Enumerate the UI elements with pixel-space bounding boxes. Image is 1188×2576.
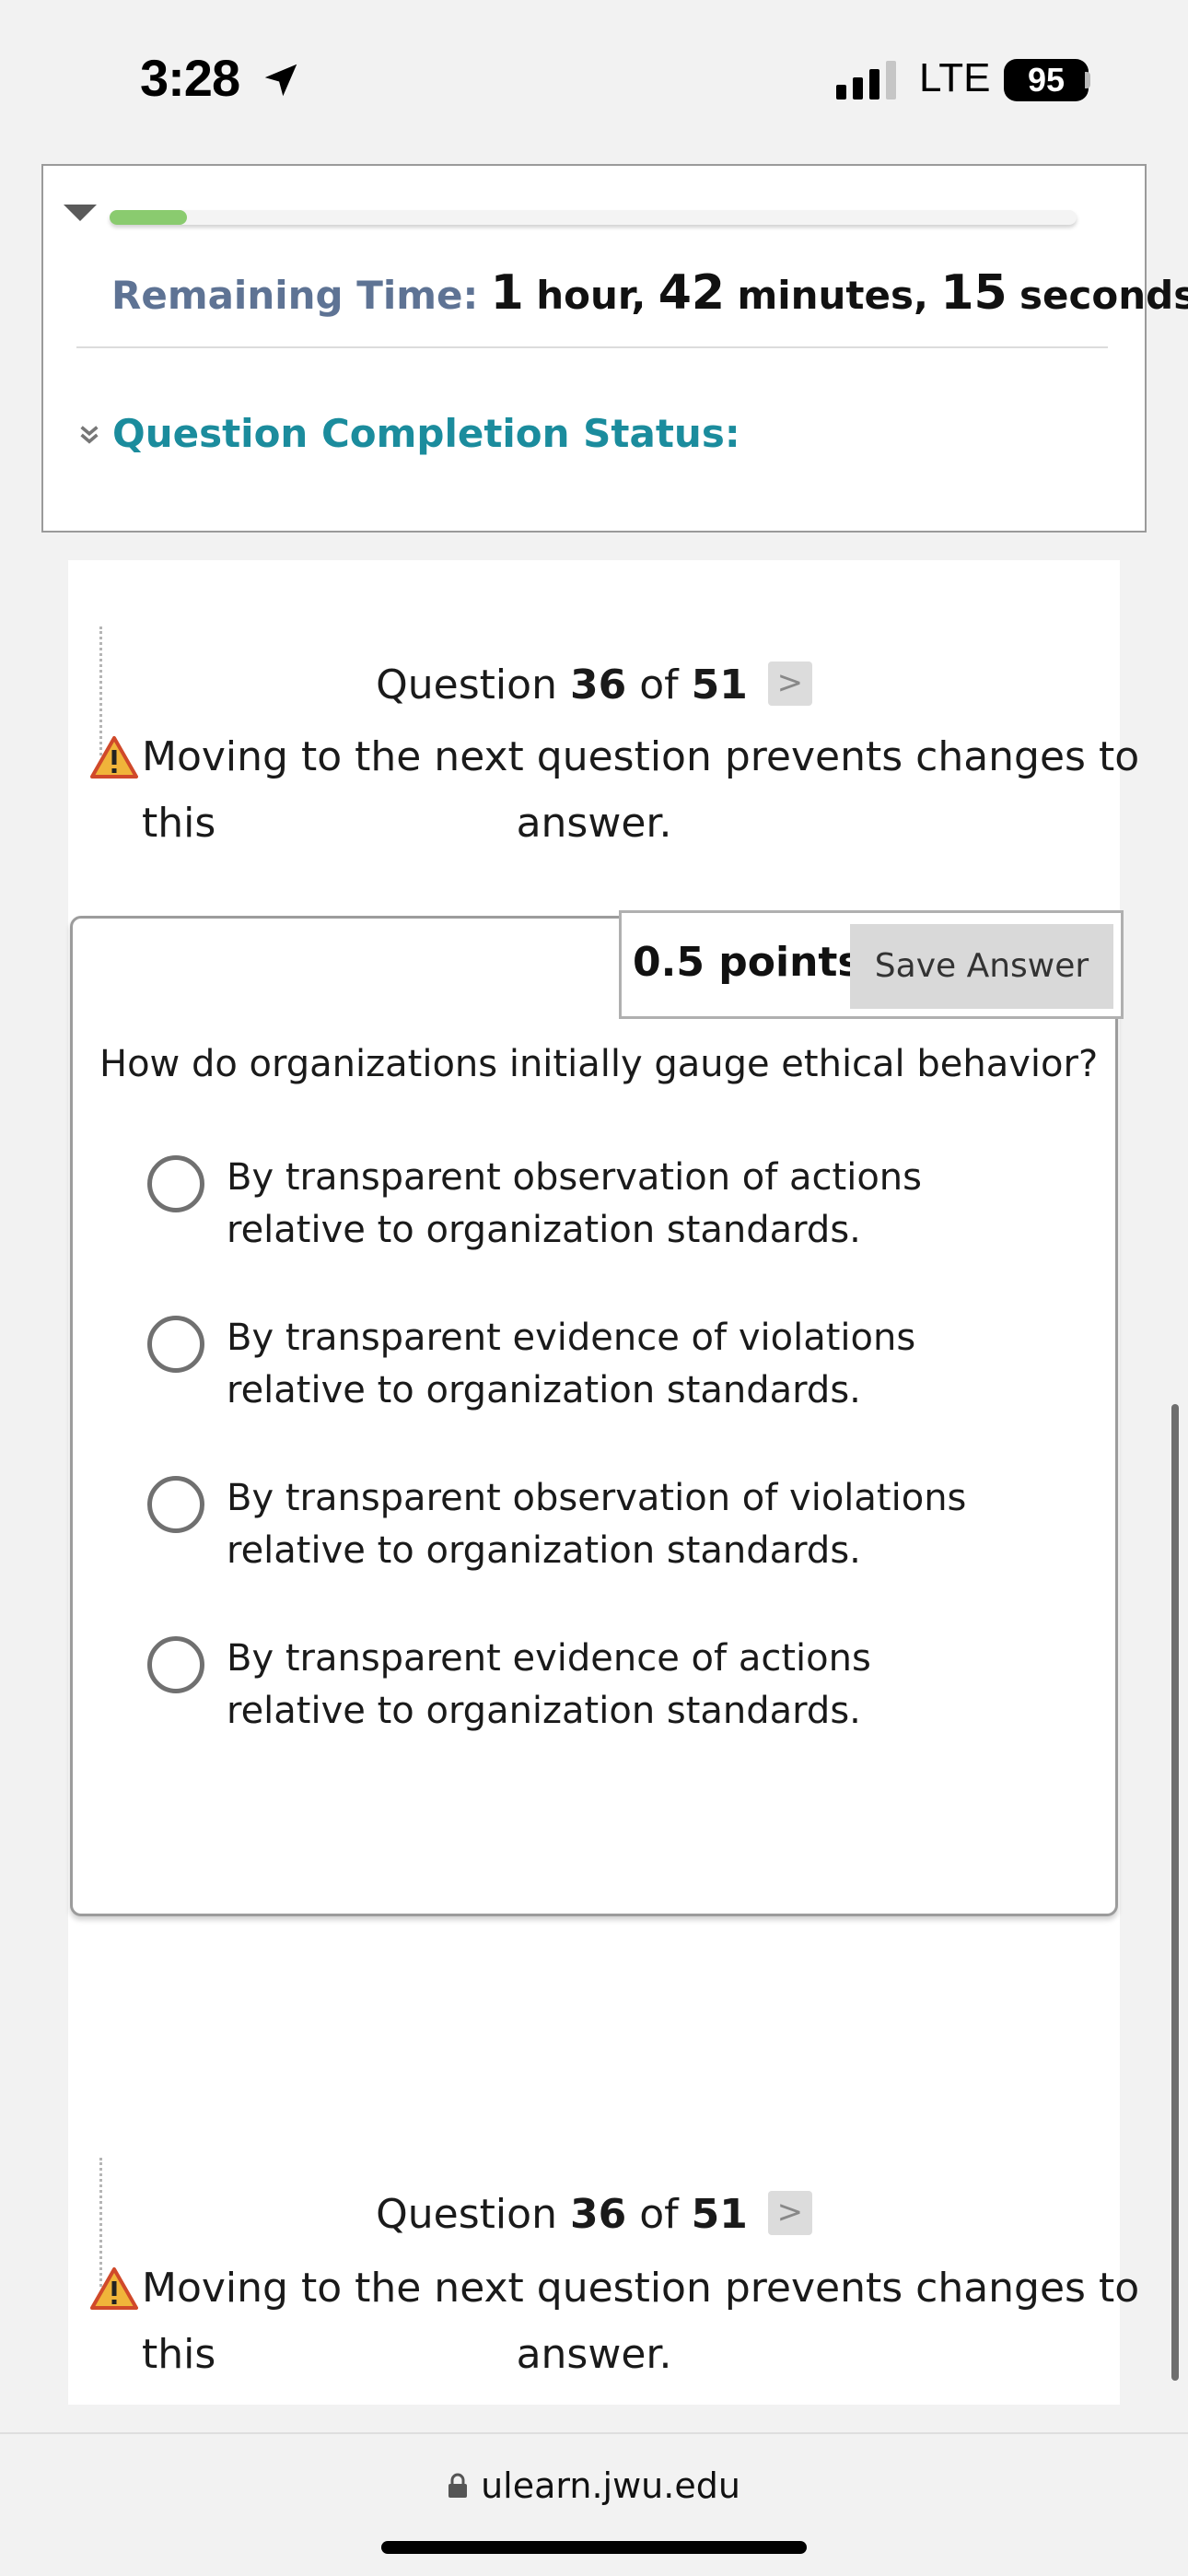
url-bar[interactable]: ulearn.jwu.edu (0, 2465, 1188, 2506)
radio-button[interactable] (147, 1636, 204, 1693)
question-prefix: Question (376, 2191, 557, 2238)
lock-icon (448, 2473, 468, 2498)
question-total: 51 (691, 662, 748, 708)
remaining-seconds-unit: seconds. (1019, 273, 1188, 318)
remaining-time-label: Remaining Time: (111, 273, 479, 318)
battery-indicator: 95 (1004, 59, 1089, 101)
status-bar: 3:28 LTE 95 (0, 0, 1188, 157)
question-prefix: Question (376, 662, 557, 708)
network-type-label: LTE (919, 55, 991, 100)
answer-option-text: By transparent observation of violations… (227, 1472, 982, 1577)
time-progress-fill (110, 210, 187, 225)
answer-line-1: By transparent evidence of actions (227, 1637, 871, 1680)
warning-icon (90, 2267, 138, 2310)
next-question-button[interactable]: > (767, 662, 812, 706)
remaining-time: Remaining Time: 1 hour, 42 minutes, 15 s… (111, 265, 1188, 321)
location-arrow-icon (264, 64, 297, 97)
save-answer-button[interactable]: Save Answer (850, 924, 1113, 1009)
collapse-triangle-icon[interactable] (64, 205, 97, 221)
question-completion-status-link[interactable]: Question Completion Status: (112, 411, 740, 456)
question-number: 36 (569, 2191, 627, 2238)
answer-line-2: relative to organization standards. (227, 1690, 861, 1732)
warning-icon (90, 736, 138, 779)
time-progress-bar (110, 210, 1077, 225)
question-of: of (639, 662, 679, 708)
answer-option[interactable]: By transparent evidence of violations re… (147, 1312, 976, 1423)
warning-text-bottom-line2: answer. (516, 2331, 672, 2378)
answer-line-2: relative to organization standards. (227, 1209, 861, 1251)
double-chevron-down-icon[interactable] (78, 424, 100, 446)
radio-button[interactable] (147, 1316, 204, 1373)
browser-divider (0, 2432, 1188, 2434)
answer-option[interactable]: By transparent observation of violations… (147, 1472, 976, 1583)
answer-option-text: By transparent observation of actions re… (227, 1152, 982, 1257)
question-nav-bottom: Question 36 of 51 > (68, 2191, 1120, 2239)
cellular-signal-icon (836, 61, 896, 100)
scrollbar[interactable] (1171, 1404, 1179, 2381)
question-of: of (639, 2191, 679, 2238)
answer-option-text: By transparent evidence of actions relat… (227, 1633, 982, 1738)
answer-line-2: relative to organization standards. (227, 1369, 861, 1411)
answer-option-text: By transparent evidence of violations re… (227, 1312, 982, 1417)
remaining-minutes-unit: minutes, (737, 273, 928, 318)
next-question-button[interactable]: > (767, 2191, 812, 2235)
answer-line-1: By transparent evidence of violations (227, 1317, 916, 1359)
question-nav-top: Question 36 of 51 > (68, 662, 1120, 709)
answer-line-1: By transparent observation of violations (227, 1477, 967, 1519)
remaining-hours-value: 1 (490, 265, 524, 321)
remaining-seconds-value: 15 (940, 265, 1007, 321)
answer-option[interactable]: By transparent observation of actions re… (147, 1152, 976, 1262)
home-indicator[interactable] (381, 2541, 807, 2554)
remaining-minutes-value: 42 (658, 265, 726, 321)
status-clock: 3:28 (140, 49, 240, 107)
points-label: 0.5 points (633, 939, 862, 986)
timer-panel: Remaining Time: 1 hour, 42 minutes, 15 s… (41, 164, 1188, 533)
answer-option[interactable]: By transparent evidence of actions relat… (147, 1633, 976, 1743)
chevron-right-icon: > (776, 2194, 804, 2231)
url-text: ulearn.jwu.edu (481, 2465, 740, 2506)
answer-line-2: relative to organization standards. (227, 1529, 861, 1572)
question-text: How do organizations initially gauge eth… (99, 1043, 1099, 1085)
question-total: 51 (691, 2191, 748, 2238)
answer-line-1: By transparent observation of actions (227, 1156, 922, 1199)
radio-button[interactable] (147, 1476, 204, 1533)
remaining-hours-unit: hour, (536, 273, 646, 318)
warning-text-top-line2: answer. (516, 800, 672, 847)
battery-nub (1085, 72, 1090, 88)
chevron-right-icon: > (776, 664, 804, 701)
points-box: 0.5 points Save Answer (619, 910, 1124, 1019)
radio-button[interactable] (147, 1155, 204, 1212)
question-number: 36 (569, 662, 627, 708)
timer-divider (76, 346, 1108, 348)
